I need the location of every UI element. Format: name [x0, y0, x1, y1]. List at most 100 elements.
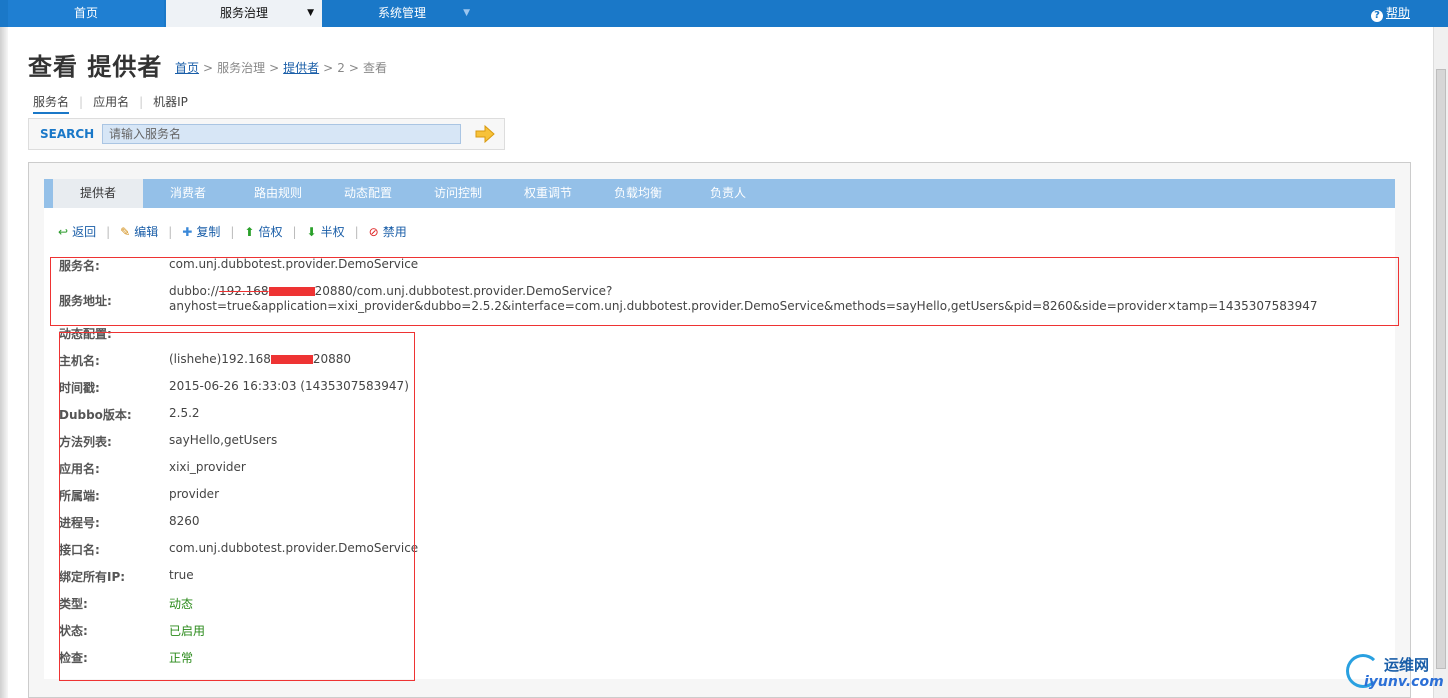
back-label: 返回	[72, 225, 97, 239]
field-label: 绑定所有IP:	[59, 570, 126, 584]
scrollbar-thumb[interactable]	[1436, 69, 1446, 669]
tab-provider[interactable]: 提供者	[53, 179, 143, 208]
address-prefix: dubbo://	[169, 284, 219, 298]
field-value: provider	[169, 487, 219, 501]
top-nav-bar: 首页 服务治理 ▼ 系统管理 ▼ ? 帮助	[0, 0, 1448, 27]
field-value: 2015-06-26 16:33:03 (1435307583947)	[169, 379, 409, 393]
field-value: sayHello,getUsers	[169, 433, 278, 447]
page-title: 查看 提供者	[28, 53, 163, 81]
field-value: com.unj.dubbotest.provider.DemoService	[169, 541, 419, 555]
field-value: com.unj.dubbotest.provider.DemoService	[169, 257, 419, 271]
search-tab-machine-ip[interactable]: 机器IP	[153, 93, 188, 110]
field-value: 8260	[169, 514, 200, 528]
tab-owner[interactable]: 负责人	[683, 179, 773, 208]
nav-system-management-label: 系统管理	[377, 6, 426, 20]
disable-button[interactable]: ⊘ 禁用	[369, 223, 407, 240]
tab-access-control[interactable]: 访问控制	[413, 179, 503, 208]
breadcrumb: 首页 > 服务治理 > 提供者 >2 > 查看	[175, 59, 387, 76]
page-content: 查看 提供者 首页 > 服务治理 > 提供者 >2 > 查看 服务名 | 应用名 | 机器IP SEA…	[8, 27, 1433, 698]
double-weight-label: 倍权	[258, 225, 283, 239]
edit-button[interactable]: ✎ 编辑	[120, 223, 158, 240]
address-suffix: 20880/com.unj.dubbotest.provider.DemoSer…	[169, 284, 1318, 313]
tab-bar: 提供者 消费者 路由规则 动态配置 访问控制 权重调节 负载均衡 负责人	[44, 179, 1395, 208]
help-link[interactable]: ? 帮助	[1370, 0, 1410, 27]
caret-down-icon: ▼	[307, 8, 314, 18]
field-label: 状态:	[59, 624, 88, 638]
tab-dynamic-config[interactable]: 动态配置	[323, 179, 413, 208]
edit-pencil-icon: ✎	[120, 225, 131, 239]
breadcrumb-home-link[interactable]: 首页	[175, 61, 199, 75]
divider: |	[139, 95, 144, 109]
search-label: SEARCH	[40, 127, 95, 141]
field-label: 动态配置:	[59, 327, 112, 341]
nav-system-management[interactable]: 系统管理 ▼	[324, 0, 480, 27]
field-label: Dubbo版本:	[59, 408, 132, 422]
search-tab-app-name[interactable]: 应用名	[93, 93, 129, 110]
breadcrumb-governance: 服务治理	[217, 61, 266, 75]
field-value: 已启用	[169, 624, 206, 638]
service-address-value: dubbo://192.168 20880/com.unj.dubbotest.p…	[169, 284, 1389, 314]
divider: |	[230, 225, 235, 239]
field-label: 时间戳:	[59, 381, 100, 395]
hostname-suffix: 20880	[312, 352, 352, 366]
field-label: 所属端:	[59, 489, 100, 503]
hostname-prefix: (lishehe)192.168	[169, 352, 271, 366]
breadcrumb-separator: >	[348, 61, 359, 75]
field-value: true	[169, 568, 194, 582]
tab-weight-adjust[interactable]: 权重调节	[503, 179, 593, 208]
divider: |	[292, 225, 297, 239]
field-value: 2.5.2	[169, 406, 200, 420]
search-input[interactable]	[102, 124, 461, 144]
field-label: 检查:	[59, 651, 88, 665]
disable-label: 禁用	[382, 225, 407, 239]
watermark-en: iyunv.com	[1364, 674, 1444, 690]
search-go-arrow-icon[interactable]	[474, 124, 496, 144]
search-box: SEARCH	[28, 118, 505, 150]
back-icon: ↩	[58, 225, 69, 239]
field-value: 正常	[169, 651, 194, 665]
breadcrumb-separator: >	[323, 61, 334, 75]
field-label: 进程号:	[59, 516, 100, 530]
nav-home[interactable]: 首页	[8, 0, 164, 27]
tab-consumer[interactable]: 消费者	[143, 179, 233, 208]
watermark-logo: 运维网 iyunv.com	[1344, 652, 1448, 698]
action-toolbar: ↩ 返回 | ✎ 编辑 | ✚ 复制 | ⬆ 倍权 | ⬇ 半权 | ⊘ 禁用	[58, 223, 407, 241]
search-tab-service-name[interactable]: 服务名	[33, 93, 70, 114]
copy-plus-icon: ✚	[182, 225, 193, 239]
copy-label: 复制	[196, 225, 221, 239]
half-weight-button[interactable]: ⬇ 半权	[307, 223, 345, 240]
double-weight-button[interactable]: ⬆ 倍权	[244, 223, 282, 240]
tab-routing-rules[interactable]: 路由规则	[233, 179, 323, 208]
field-value: 动态	[169, 597, 194, 611]
help-label: 帮助	[1385, 6, 1410, 20]
nav-service-governance-label: 服务治理	[219, 6, 268, 20]
help-icon: ?	[1370, 10, 1383, 22]
field-value: xixi_provider	[169, 460, 246, 474]
disable-icon: ⊘	[368, 225, 379, 239]
nav-service-governance[interactable]: 服务治理 ▼	[166, 0, 322, 27]
redaction-mark	[270, 355, 313, 364]
breadcrumb-view: 查看	[362, 61, 387, 75]
page-left-shadow	[0, 27, 8, 698]
arrow-down-icon: ⬇	[306, 225, 317, 239]
edit-label: 编辑	[134, 225, 159, 239]
arrow-up-icon: ⬆	[244, 225, 255, 239]
breadcrumb-separator: >	[269, 61, 280, 75]
breadcrumb-separator: >	[203, 61, 214, 75]
address-ip-visible: 192.168	[218, 284, 269, 298]
panel-inner: 提供者 消费者 路由规则 动态配置 访问控制 权重调节 负载均衡 负责人 ↩ 返回…	[44, 179, 1395, 679]
breadcrumb-provider-link[interactable]: 提供者	[283, 61, 319, 75]
back-button[interactable]: ↩ 返回	[58, 223, 96, 240]
field-value: (lishehe)192.168 20880	[169, 352, 351, 366]
divider: |	[168, 225, 173, 239]
field-label: 接口名:	[59, 543, 100, 557]
copy-button[interactable]: ✚ 复制	[182, 223, 220, 240]
vertical-scrollbar[interactable]	[1433, 27, 1448, 698]
tab-load-balance[interactable]: 负载均衡	[593, 179, 683, 208]
field-label: 方法列表:	[59, 435, 112, 449]
half-weight-label: 半权	[320, 225, 345, 239]
field-label: 应用名:	[59, 462, 100, 476]
divider: |	[354, 225, 359, 239]
search-type-tabs: 服务名 | 应用名 | 机器IP	[33, 93, 188, 114]
divider: |	[106, 225, 111, 239]
